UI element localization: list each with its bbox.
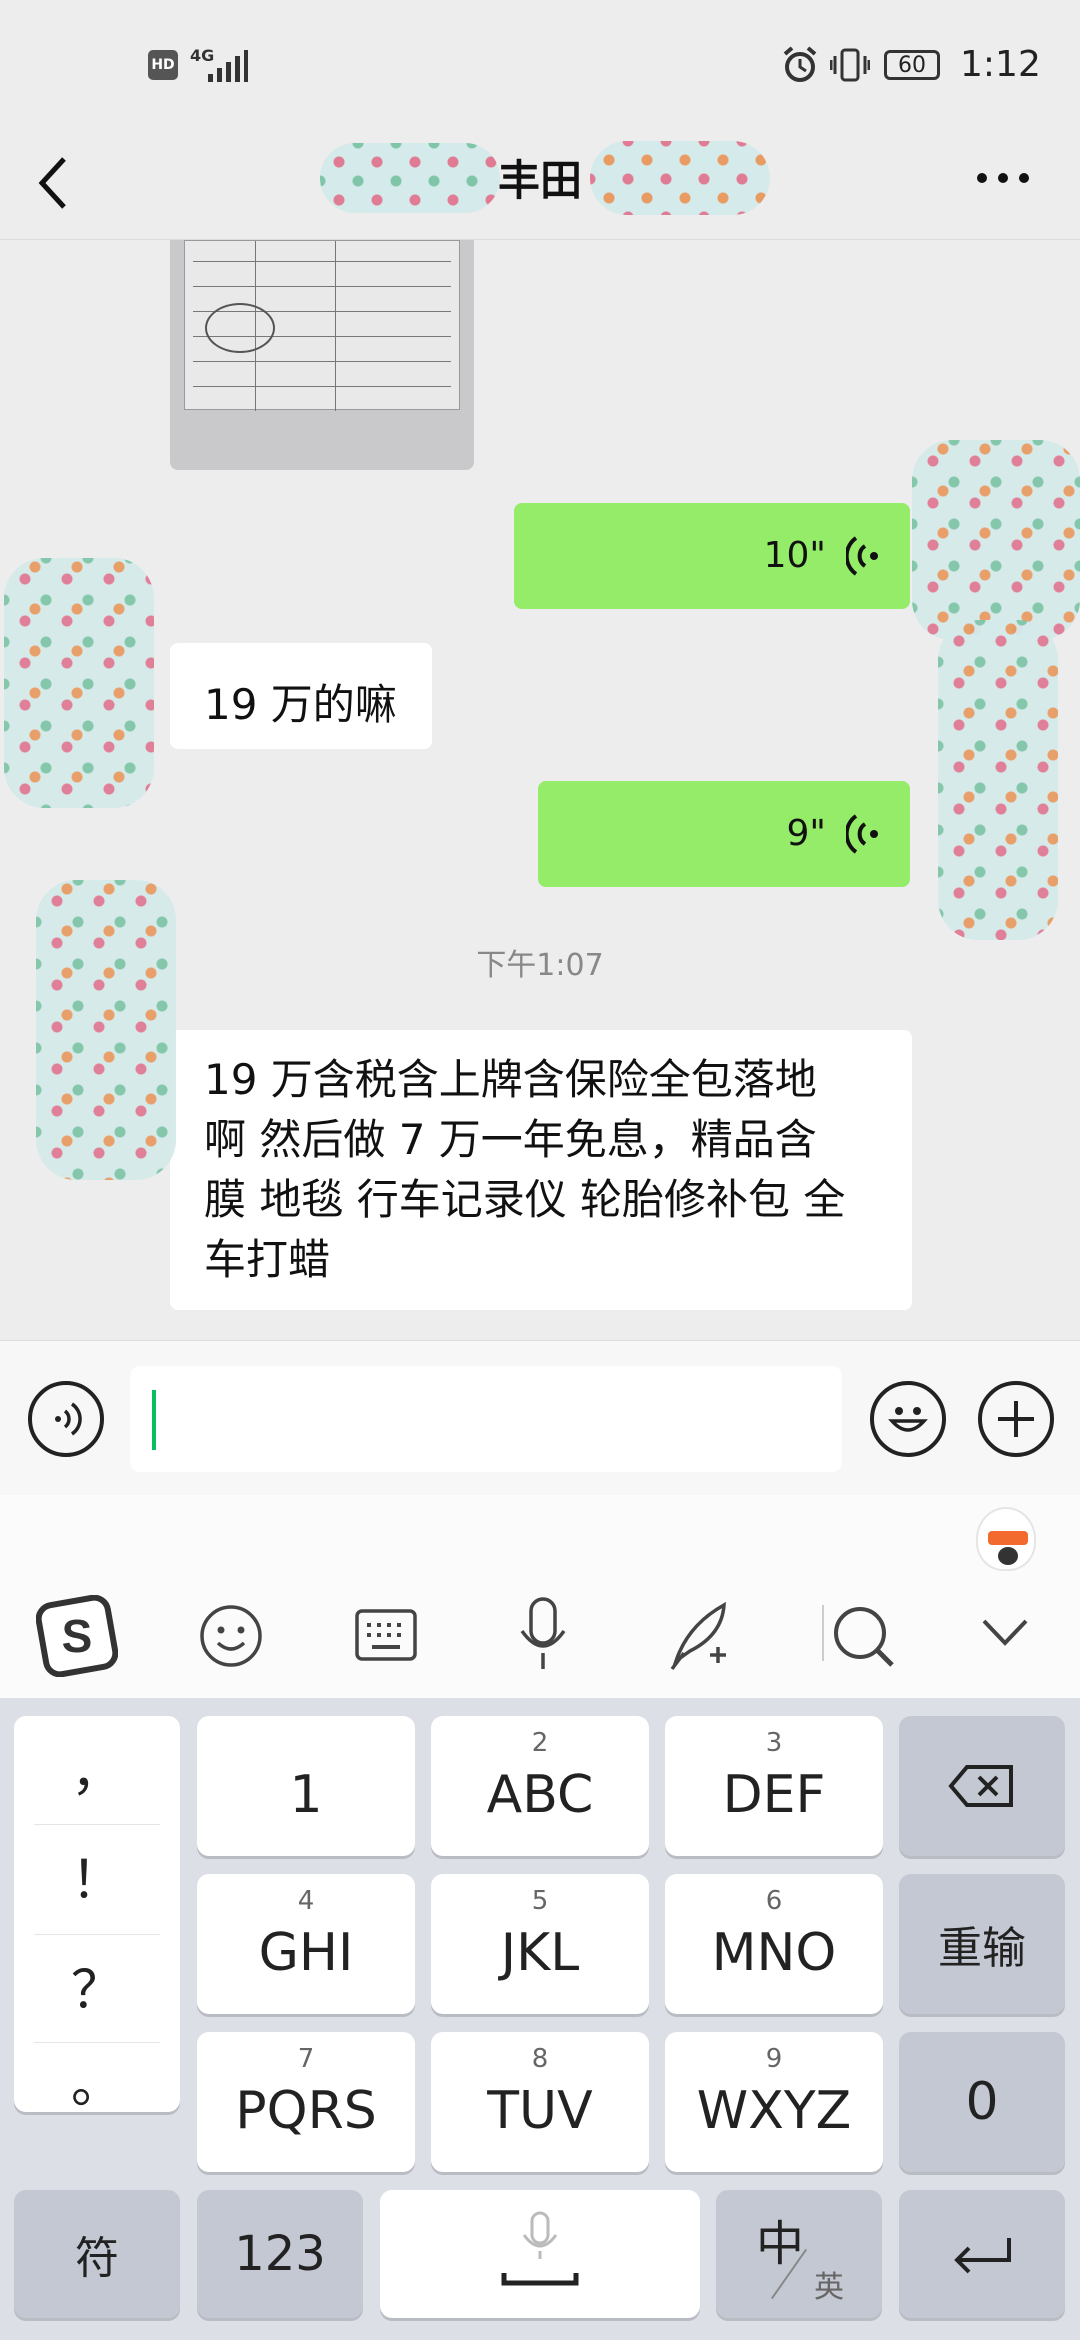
message-line: 19 万含税含上牌含保险全包落地 <box>204 1055 817 1104</box>
key-wxyz[interactable]: 9 WXYZ <box>665 2032 883 2172</box>
voice-wave-icon <box>846 536 878 576</box>
hd-icon: HD <box>148 50 178 80</box>
backspace-icon <box>948 1765 1013 1807</box>
alarm-icon <box>783 46 817 82</box>
message-input[interactable] <box>130 1366 842 1472</box>
message-line: 膜 地毯 行车记录仪 轮胎修补包 全 <box>204 1175 846 1224</box>
avatar-redaction <box>36 880 176 1180</box>
document-photo <box>184 240 460 411</box>
more-dots-icon[interactable] <box>976 169 1030 187</box>
clock: 1:12 <box>960 44 1041 85</box>
vibrate-icon <box>830 48 870 82</box>
voice-wave-icon <box>846 814 878 854</box>
message-input-bar <box>0 1340 1080 1495</box>
voice-duration: 10" <box>763 535 826 576</box>
title-redaction <box>590 141 770 215</box>
punct-key[interactable]: ？ <box>14 1948 180 2023</box>
chat-header: 丰田 <box>0 135 1080 240</box>
ime-toolbar: S <box>0 1495 1080 1698</box>
chat-messages: 10" 19 万的嘛 9" 下午1:07 19 万含税含上牌含保险全包落地 啊 … <box>0 240 1080 1340</box>
keyboard-icon[interactable] <box>354 1605 418 1665</box>
avatar-redaction <box>938 620 1058 940</box>
microphone-icon[interactable] <box>516 1595 570 1675</box>
keyboard: ， ！ ？ 。 1 2 ABC 3 DEF 4 GHI 5 JKL 6 MNO <box>0 1698 1080 2340</box>
voice-duration: 9" <box>786 813 826 854</box>
backspace-key[interactable] <box>899 1716 1065 1856</box>
avatar-redaction <box>912 440 1080 640</box>
voice-message[interactable]: 9" <box>538 781 910 887</box>
page-title: 丰田 <box>497 156 582 205</box>
message-line: 车打蜡 <box>204 1235 331 1284</box>
punctuation-column[interactable]: ， ！ ？ 。 <box>14 1716 180 2115</box>
emoji-face-icon[interactable] <box>198 1603 264 1669</box>
handwriting-icon[interactable] <box>666 1595 736 1675</box>
key-zero[interactable]: 0 <box>899 2032 1065 2172</box>
voice-mode-icon[interactable] <box>28 1381 104 1457</box>
language-switch-key[interactable]: 中 英 <box>716 2190 882 2318</box>
collapse-chevron-icon[interactable] <box>980 1617 1030 1647</box>
punct-key[interactable]: ！ <box>14 1838 180 1913</box>
avatar-redaction <box>4 558 154 808</box>
image-message[interactable] <box>170 240 474 470</box>
plus-glyph-icon <box>998 1401 1034 1437</box>
battery-level: 60 <box>898 52 926 78</box>
sogou-logo-icon[interactable]: S <box>36 1595 118 1677</box>
space-key[interactable] <box>380 2190 700 2318</box>
text-cursor <box>152 1390 156 1450</box>
text-message[interactable]: 19 万含税含上牌含保险全包落地 啊 然后做 7 万一年免息，精品含 膜 地毯 … <box>170 1030 912 1310</box>
reenter-key[interactable]: 重输 <box>899 1874 1065 2014</box>
space-mic-icon <box>501 2211 579 2286</box>
key-jkl[interactable]: 5 JKL <box>431 1874 649 2014</box>
punct-key[interactable]: 。 <box>14 2042 180 2117</box>
emoji-icon[interactable] <box>870 1381 946 1457</box>
numbers-key[interactable]: 123 <box>197 2190 363 2318</box>
voice-wave-icon <box>55 1402 82 1436</box>
battery-icon: 60 <box>884 50 940 80</box>
text-message[interactable]: 19 万的嘛 <box>170 643 432 749</box>
smile-face-icon <box>888 1407 928 1432</box>
enter-key[interactable] <box>899 2190 1065 2318</box>
plus-icon[interactable] <box>978 1381 1054 1457</box>
key-tuv[interactable]: 8 TUV <box>431 2032 649 2172</box>
key-pqrs[interactable]: 7 PQRS <box>197 2032 415 2172</box>
message-line: 啊 然后做 7 万一年免息，精品含 <box>204 1115 817 1164</box>
message-text: 19 万的嘛 <box>204 680 397 729</box>
status-bar: HD 4G 60 1:12 <box>0 0 1080 135</box>
punct-key[interactable]: ， <box>14 1730 180 1805</box>
key-def[interactable]: 3 DEF <box>665 1716 883 1856</box>
key-ghi[interactable]: 4 GHI <box>197 1874 415 2014</box>
key-1[interactable]: 1 <box>197 1716 415 1856</box>
voice-message[interactable]: 10" <box>514 503 910 609</box>
enter-icon <box>954 2238 1011 2274</box>
symbols-key[interactable]: 符 <box>14 2190 180 2318</box>
key-abc[interactable]: 2 ABC <box>431 1716 649 1856</box>
key-mno[interactable]: 6 MNO <box>665 1874 883 2014</box>
svg-text:S: S <box>62 1610 93 1662</box>
signal-icon <box>208 50 248 82</box>
ime-mascot-icon[interactable] <box>976 1507 1036 1571</box>
search-icon[interactable] <box>822 1595 902 1675</box>
